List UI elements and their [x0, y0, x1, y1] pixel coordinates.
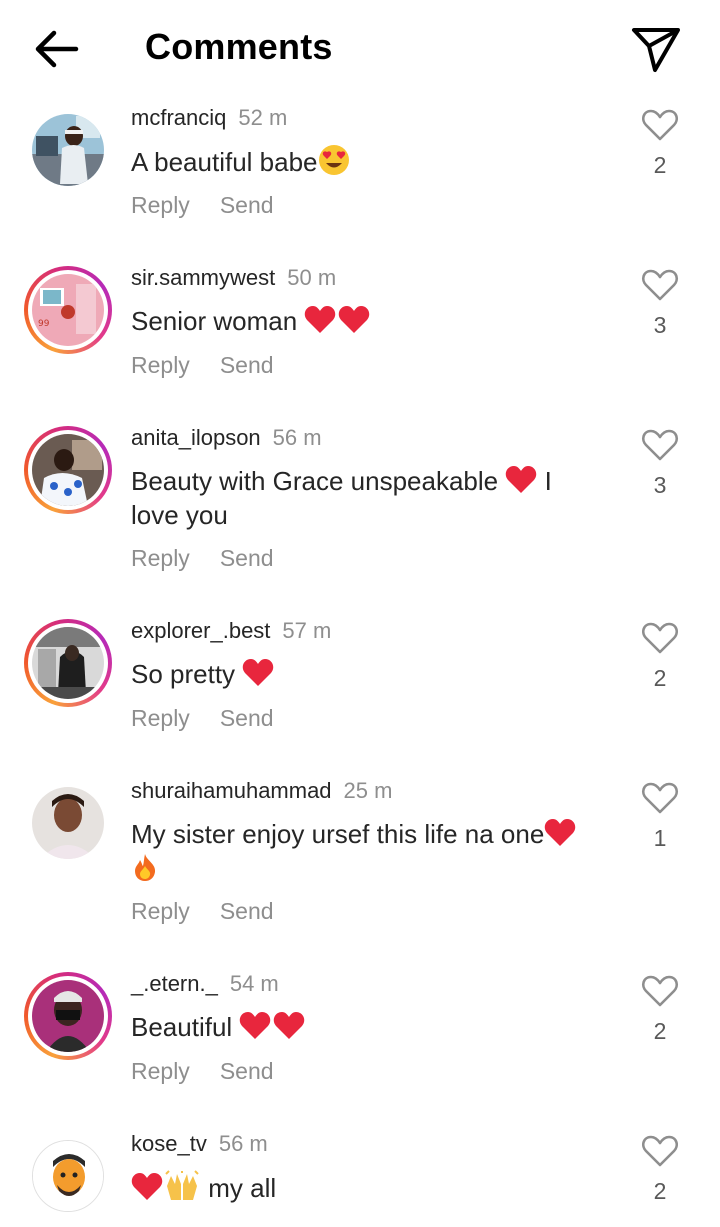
svg-text:99: 99 — [38, 319, 50, 329]
reply-button[interactable]: Reply — [131, 192, 190, 219]
red-heart-emoji-icon — [243, 659, 274, 686]
heart-outline-icon[interactable] — [640, 621, 680, 655]
send-button[interactable]: Send — [220, 352, 274, 379]
comment-meta: _.etern._ 54 m — [131, 970, 279, 998]
reply-button[interactable]: Reply — [131, 705, 190, 732]
comment-meta: mcfranciq 52 m — [131, 104, 287, 132]
reply-button[interactable]: Reply — [131, 898, 190, 925]
story-ring[interactable]: 99 — [24, 266, 112, 354]
comment-username[interactable]: kose_tv — [131, 1131, 207, 1156]
reply-button[interactable]: Reply — [131, 545, 190, 572]
heart-eyes-emoji-icon — [318, 145, 349, 175]
like-count: 2 — [653, 665, 667, 691]
avatar[interactable] — [32, 114, 104, 186]
avatar[interactable] — [32, 1140, 104, 1212]
avatar[interactable] — [32, 787, 104, 859]
comment-text: My sister enjoy ursef this life na one — [131, 817, 611, 885]
comment-username[interactable]: sir.sammywest — [131, 265, 275, 290]
avatar: 99 — [32, 274, 104, 346]
comment-time: 52 m — [238, 105, 288, 130]
send-button[interactable]: Send — [220, 898, 274, 925]
send-button[interactable]: Send — [220, 192, 274, 219]
heart-outline-icon[interactable] — [640, 781, 680, 815]
red-heart-emoji-icon — [274, 1012, 305, 1039]
comment-text: my all — [131, 1170, 601, 1205]
like-count: 2 — [653, 1018, 667, 1044]
comment-time: 57 m — [282, 618, 332, 643]
comment-text: Beautiful — [131, 1010, 601, 1044]
reply-button[interactable]: Reply — [131, 1058, 190, 1085]
comment-actions: Reply Send — [131, 352, 274, 379]
like-count: 2 — [653, 152, 667, 178]
paper-plane-icon[interactable] — [628, 24, 684, 74]
avatar — [32, 627, 104, 699]
heart-outline-icon[interactable] — [640, 268, 680, 302]
reply-button[interactable]: Reply — [131, 352, 190, 379]
red-heart-emoji-icon — [506, 466, 537, 493]
comment-text-content: So pretty — [131, 659, 243, 689]
story-ring[interactable] — [24, 426, 112, 514]
comment-text: So pretty — [131, 657, 601, 691]
comment-actions: Reply Send — [131, 1058, 274, 1085]
comment-text-content: My sister enjoy ursef this life na one — [131, 819, 545, 849]
heart-outline-icon[interactable] — [640, 108, 680, 142]
comment-text: A beautiful babe — [131, 144, 601, 179]
comment-text-content: Beauty with Grace unspeakable — [131, 466, 499, 496]
red-heart-emoji-icon — [131, 1173, 163, 1200]
avatar — [32, 980, 104, 1052]
comment-username[interactable]: mcfranciq — [131, 105, 226, 130]
comment-meta: explorer_.best 57 m — [131, 617, 331, 645]
comment-username[interactable]: anita_ilopson — [131, 425, 261, 450]
like-count: 3 — [653, 472, 667, 498]
heart-outline-icon[interactable] — [640, 974, 680, 1008]
red-heart-emoji-icon — [305, 306, 336, 333]
comment-text: Senior woman — [131, 304, 601, 338]
comment-time: 54 m — [229, 971, 279, 996]
comment-actions: Reply Send — [131, 192, 274, 219]
send-button[interactable]: Send — [220, 545, 274, 572]
red-heart-emoji-icon — [545, 819, 576, 846]
send-button[interactable]: Send — [220, 705, 274, 732]
comment-time: 50 m — [287, 265, 337, 290]
comment-actions: Reply Send — [131, 705, 274, 732]
heart-outline-icon[interactable] — [640, 428, 680, 462]
fire-emoji-icon — [135, 854, 156, 881]
red-heart-emoji-icon — [240, 1012, 271, 1039]
comment-username[interactable]: explorer_.best — [131, 618, 270, 643]
comment-username[interactable]: _.etern._ — [131, 971, 218, 996]
comment-text-content: Senior woman — [131, 306, 305, 336]
like-count: 2 — [653, 1178, 667, 1204]
story-ring[interactable] — [24, 972, 112, 1060]
comment-text-content: A beautiful babe — [131, 147, 318, 177]
page-title: Comments — [145, 26, 333, 67]
send-button[interactable]: Send — [220, 1058, 274, 1085]
comment-username[interactable]: shuraihamuhammad — [131, 778, 332, 803]
like-count: 3 — [653, 312, 667, 338]
top-bar: Comments — [0, 0, 720, 96]
comment-text-content: my all — [201, 1173, 277, 1203]
comment-actions: Reply Send — [131, 898, 274, 925]
red-heart-emoji-icon — [339, 306, 370, 333]
story-ring[interactable] — [24, 619, 112, 707]
heart-outline-icon[interactable] — [640, 1134, 680, 1168]
comment-actions: Reply Send — [131, 545, 274, 572]
comment-meta: anita_ilopson 56 m — [131, 424, 322, 452]
avatar — [32, 434, 104, 506]
comment-meta: shuraihamuhammad 25 m — [131, 777, 392, 805]
comment-text-content: Beautiful — [131, 1012, 240, 1042]
comment-meta: kose_tv 56 m — [131, 1130, 268, 1158]
comment-time: 56 m — [218, 1131, 268, 1156]
raising-hands-emoji-icon — [165, 1170, 199, 1200]
like-count: 1 — [653, 825, 667, 851]
comment-time: 25 m — [343, 778, 393, 803]
comment-text: Beauty with Grace unspeakable I love you — [131, 464, 591, 532]
arrow-left-icon[interactable] — [30, 26, 82, 72]
comment-time: 56 m — [272, 425, 322, 450]
comment-meta: sir.sammywest 50 m — [131, 264, 336, 292]
